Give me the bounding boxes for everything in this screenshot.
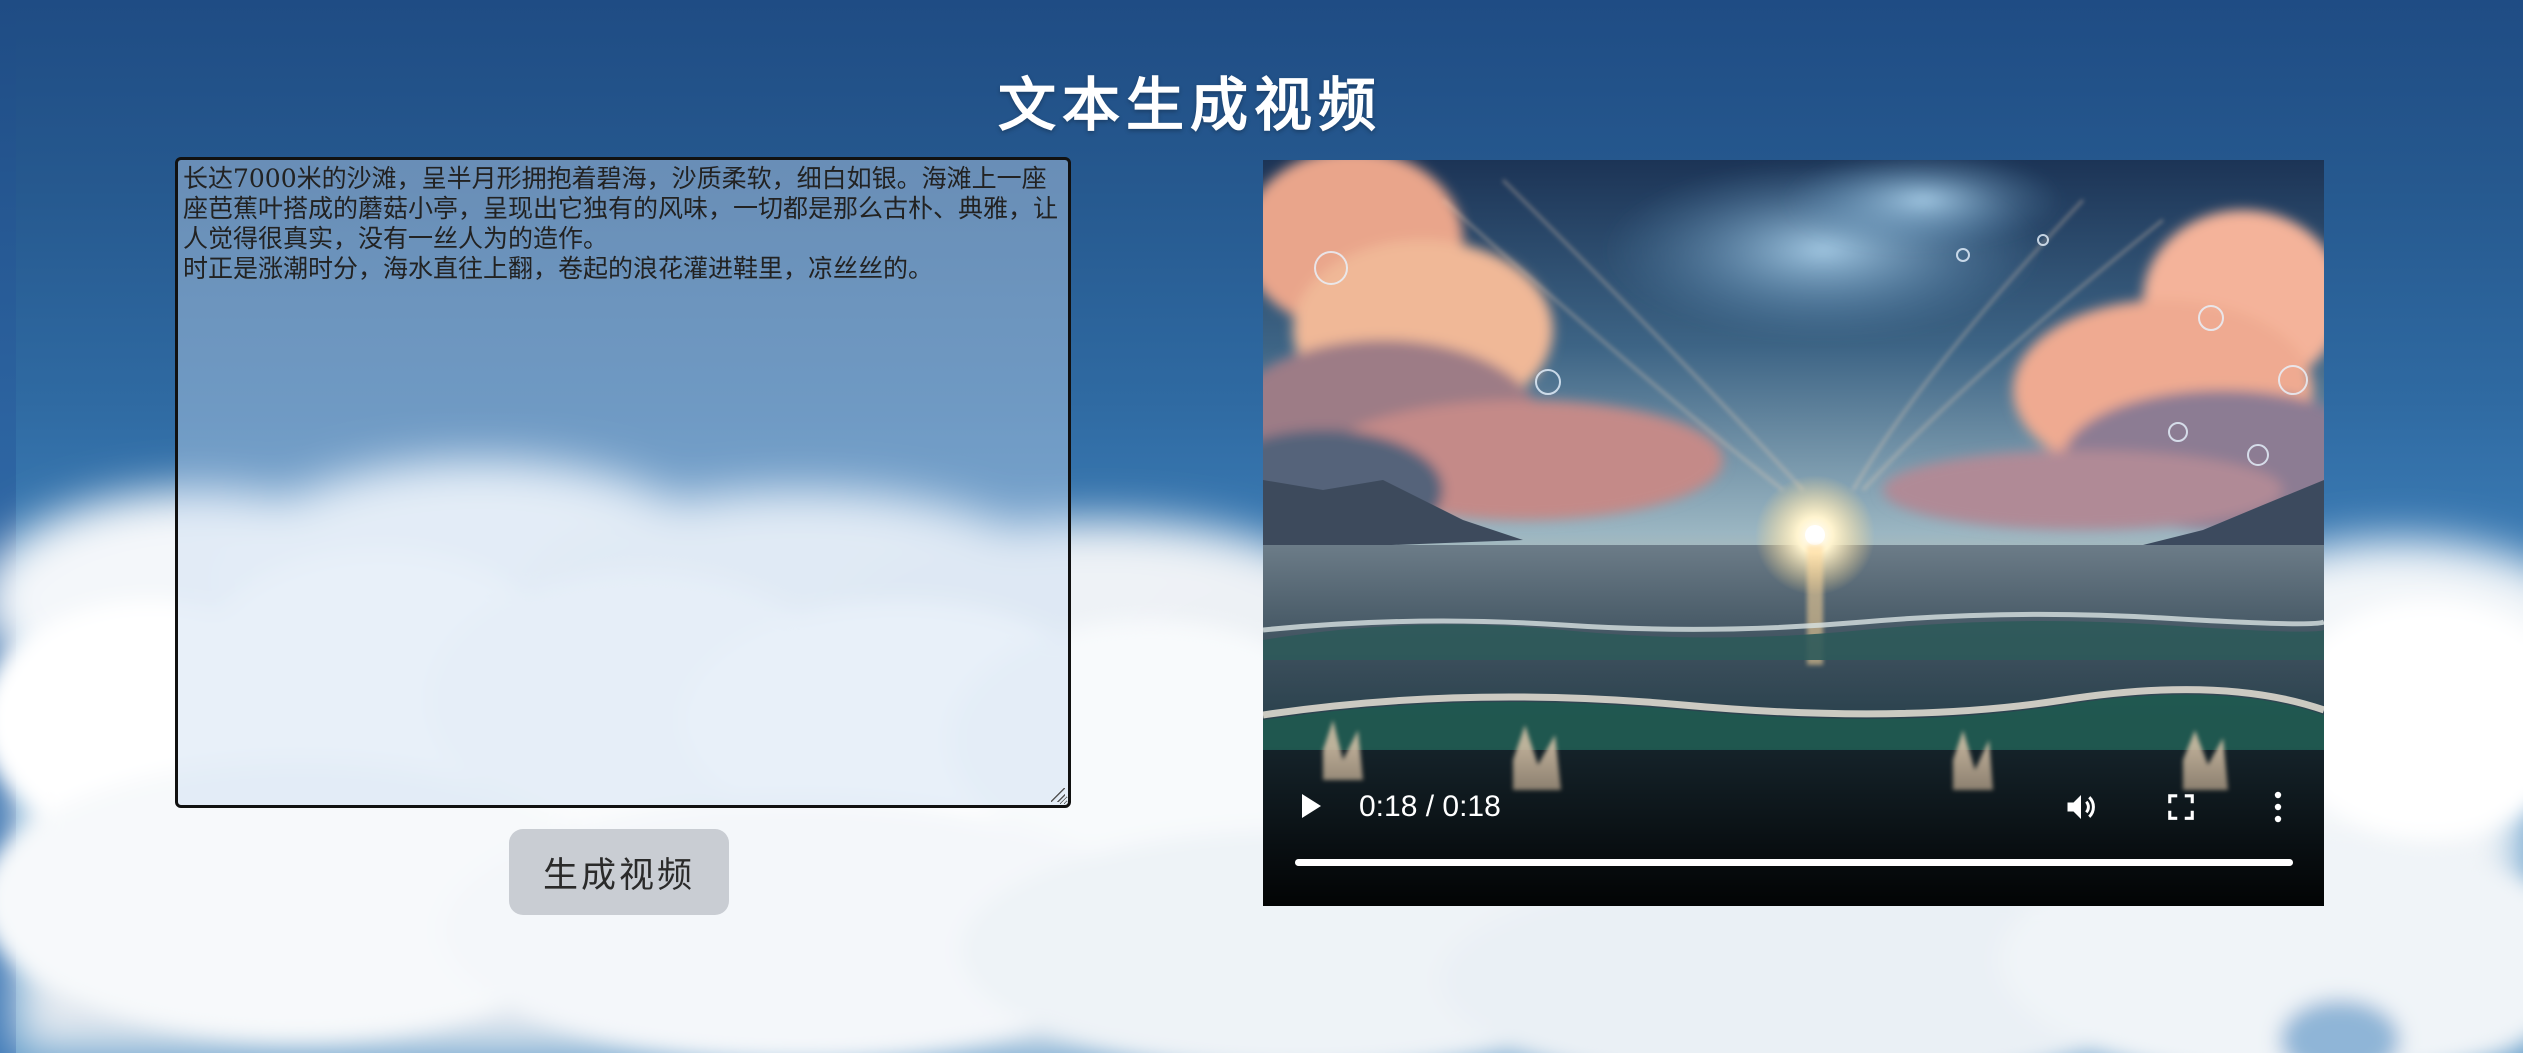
- volume-icon: [2067, 795, 2095, 819]
- resize-grip: [1051, 788, 1065, 802]
- progress-bar[interactable]: [1295, 859, 2293, 866]
- page-edge-strip: [0, 0, 16, 1053]
- volume-button[interactable]: [2061, 787, 2101, 827]
- generate-video-button[interactable]: 生成视频: [509, 829, 729, 915]
- page-title: 文本生成视频: [997, 71, 1382, 139]
- time-display: 0:18 / 0:18: [1359, 790, 1501, 823]
- more-vert-icon: [2274, 791, 2282, 823]
- progress-fill: [1295, 859, 2293, 866]
- fullscreen-button[interactable]: [2161, 787, 2201, 827]
- video-player[interactable]: 0:18 / 0:18: [1263, 160, 2324, 906]
- play-icon: [1302, 794, 1321, 818]
- prompt-textarea[interactable]: 长达7000米的沙滩，呈半月形拥抱着碧海，沙质柔软，细白如银。海滩上一座座芭蕉叶…: [175, 157, 1071, 808]
- play-button[interactable]: [1293, 788, 1329, 824]
- resize-handle-icon[interactable]: [1049, 786, 1069, 806]
- fullscreen-icon: [2168, 794, 2194, 820]
- more-options-button[interactable]: [2258, 787, 2298, 827]
